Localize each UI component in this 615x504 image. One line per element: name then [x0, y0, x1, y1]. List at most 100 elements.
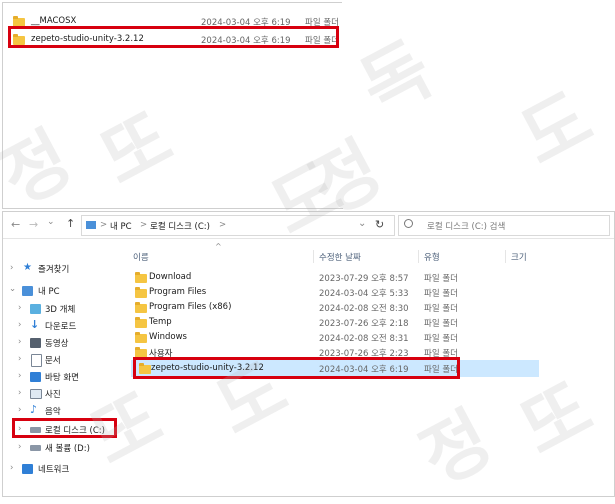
file-name: Program Files (x86)	[149, 302, 232, 312]
address-dropdown-icon[interactable]: ⌄	[358, 218, 366, 229]
expand-chevron-icon[interactable]: ›	[18, 303, 21, 313]
file-type: 파일 폴더	[424, 289, 458, 299]
music-note-icon: ♪	[30, 403, 38, 416]
folder-icon	[135, 317, 147, 328]
folder-icon	[135, 287, 147, 298]
expand-chevron-icon[interactable]: ›	[18, 405, 21, 415]
top-panel-mask	[342, 2, 615, 208]
sidebar-item-label: 문서	[45, 356, 61, 366]
recent-locations-button[interactable]: ⌄	[47, 217, 55, 227]
file-name: Temp	[149, 317, 172, 327]
file-date: 2024-03-04 오후 5:33	[319, 289, 409, 299]
refresh-button[interactable]: ↻	[375, 218, 384, 231]
list-item[interactable]: Program Files (x86) 2024-02-08 오전 8:30 파…	[131, 300, 611, 315]
sidebar-item-label: 3D 개체	[45, 305, 76, 315]
address-bar[interactable]: > 내 PC > 로컬 디스크 (C:) > ⌄ ↻	[81, 215, 395, 236]
sidebar-item-label: 네트워크	[38, 465, 70, 475]
sidebar-item-label: 바탕 화면	[45, 373, 79, 383]
sidebar-item-label: 즐겨찾기	[38, 265, 70, 275]
file-date: 2023-07-26 오후 2:18	[319, 319, 409, 329]
search-input[interactable]: 로컬 디스크 (C:) 검색	[427, 220, 505, 232]
sidebar-item-label: 다운로드	[45, 322, 77, 332]
expand-chevron-icon[interactable]: ›	[18, 371, 21, 381]
column-type[interactable]: 유형	[424, 251, 440, 263]
sidebar-item-network[interactable]: › 네트워크	[3, 462, 123, 476]
search-box[interactable]: 로컬 디스크 (C:) 검색	[398, 215, 610, 236]
sidebar-item-music[interactable]: › ♪ 음악	[3, 403, 123, 418]
sidebar-item-label: 동영상	[45, 339, 69, 349]
file-name: Program Files	[149, 287, 207, 297]
file-type: 파일 폴더	[424, 334, 458, 344]
column-date[interactable]: 수정한 날짜	[319, 251, 361, 263]
file-name: Download	[149, 272, 192, 282]
list-item[interactable]: Program Files 2024-03-04 오후 5:33 파일 폴더	[131, 285, 611, 300]
sidebar-item-desktop[interactable]: › 바탕 화면	[3, 370, 123, 384]
file-type: 파일 폴더	[424, 319, 458, 329]
pc-icon	[86, 221, 96, 229]
network-icon	[22, 464, 33, 474]
back-button[interactable]: ←	[11, 218, 20, 231]
sidebar-item-label: 사진	[45, 390, 61, 400]
sidebar-item-label: 내 PC	[38, 287, 60, 297]
file-date: 2024-02-08 오전 8:30	[319, 304, 409, 314]
breadcrumb-local-disk[interactable]: 로컬 디스크 (C:)	[150, 220, 210, 232]
expand-chevron-icon[interactable]: ›	[18, 320, 21, 330]
file-type: 파일 폴더	[424, 274, 458, 284]
desktop-icon	[30, 372, 41, 382]
breadcrumb-this-pc[interactable]: 내 PC	[110, 220, 132, 232]
column-divider[interactable]	[313, 250, 314, 263]
list-item[interactable]: Download 2023-07-29 오후 8:57 파일 폴더	[131, 270, 611, 285]
search-icon	[404, 219, 413, 228]
sidebar-item-3d-objects[interactable]: › 3D 개체	[3, 302, 123, 316]
explorer-window: ← → ⌄ ↑ > 내 PC > 로컬 디스크 (C:) > ⌄ ↻ 로컬 디스…	[2, 211, 615, 497]
sidebar-item-this-pc[interactable]: ⌄ 내 PC	[3, 284, 123, 298]
list-item[interactable]: Windows 2024-02-08 오전 8:31 파일 폴더	[131, 330, 611, 345]
column-divider[interactable]	[418, 250, 419, 263]
star-icon: ★	[23, 262, 32, 273]
download-arrow-icon: ↓	[30, 318, 40, 331]
nav-bar: ← → ⌄ ↑ > 내 PC > 로컬 디스크 (C:) > ⌄ ↻ 로컬 디스…	[3, 212, 614, 239]
document-icon	[31, 354, 42, 367]
breadcrumb-sep: >	[100, 220, 108, 230]
expand-chevron-icon[interactable]: ›	[10, 263, 13, 273]
column-size[interactable]: 크기	[511, 251, 527, 263]
disk-drive-icon	[30, 445, 41, 451]
sidebar-item-videos[interactable]: › 동영상	[3, 336, 123, 350]
highlight-local-disk	[12, 418, 117, 438]
breadcrumb-sep: >	[219, 220, 227, 230]
sidebar-item-downloads[interactable]: › ↓ 다운로드	[3, 318, 123, 333]
column-headers: 이름 수정한 날짜 유형 크기	[131, 250, 611, 264]
sidebar-item-label: 음악	[45, 407, 61, 417]
sidebar-item-quick-access[interactable]: › ★ 즐겨찾기	[3, 262, 123, 276]
up-button[interactable]: ↑	[66, 217, 75, 230]
list-item[interactable]: Temp 2023-07-26 오후 2:18 파일 폴더	[131, 315, 611, 330]
folder-icon	[135, 302, 147, 313]
breadcrumb-sep: >	[140, 220, 148, 230]
expand-chevron-icon[interactable]: ›	[10, 463, 13, 473]
sidebar-item-volume-d[interactable]: › 새 볼륨 (D:)	[3, 441, 123, 455]
sidebar-item-label: 새 볼륨 (D:)	[45, 444, 90, 454]
file-type: 파일 폴더	[424, 304, 458, 314]
folder-icon	[135, 272, 147, 283]
column-divider[interactable]	[505, 250, 506, 263]
file-name: Windows	[149, 332, 187, 342]
forward-button[interactable]: →	[29, 218, 38, 231]
expand-chevron-icon[interactable]: ›	[18, 442, 21, 452]
picture-icon	[30, 389, 42, 399]
folder-icon	[135, 332, 147, 343]
collapse-chevron-icon[interactable]: ⌄	[9, 284, 16, 294]
expand-chevron-icon[interactable]: ›	[18, 388, 21, 398]
column-name[interactable]: 이름	[133, 251, 149, 263]
navigation-pane: › ★ 즐겨찾기 ⌄ 내 PC › 3D 개체 › ↓ 다운로드 › 동영상 ›…	[3, 258, 125, 494]
top-row-name: __MACOSX	[31, 16, 77, 26]
video-icon	[30, 338, 41, 348]
pc-icon	[22, 286, 33, 296]
sidebar-item-documents[interactable]: › 문서	[3, 353, 123, 367]
highlight-top-row	[8, 26, 339, 48]
highlight-selected-row	[133, 357, 460, 379]
file-date: 2023-07-29 오후 8:57	[319, 274, 409, 284]
sidebar-item-pictures[interactable]: › 사진	[3, 387, 123, 401]
expand-chevron-icon[interactable]: ›	[18, 337, 21, 347]
file-date: 2024-02-08 오전 8:31	[319, 334, 409, 344]
expand-chevron-icon[interactable]: ›	[18, 354, 21, 364]
